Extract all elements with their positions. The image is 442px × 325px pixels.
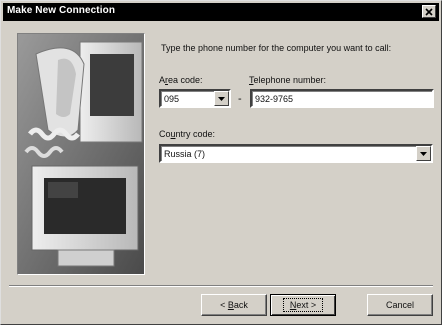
area-code-combobox[interactable]: 095 (159, 89, 231, 108)
area-code-label: Area code: (159, 75, 203, 85)
country-code-value: Russia (7) (164, 149, 206, 159)
country-code-label: Country code: (159, 129, 216, 139)
back-button-label: < Back (220, 300, 248, 310)
telephone-number-label: Telephone number: (249, 75, 327, 85)
back-button[interactable]: < Back (201, 294, 267, 316)
chevron-down-icon (218, 96, 225, 101)
cancel-button-label: Cancel (385, 300, 414, 310)
country-code-combobox[interactable]: Russia (7) (159, 144, 433, 163)
area-code-dropdown-button[interactable] (214, 91, 229, 106)
cancel-button[interactable]: Cancel (367, 294, 433, 316)
button-separator (9, 285, 433, 287)
next-button-label: Next > (282, 298, 324, 312)
close-x-icon (425, 7, 433, 16)
window-title: Make New Connection (7, 5, 116, 16)
title-bar[interactable]: Make New Connection (3, 3, 439, 21)
close-button[interactable] (422, 5, 436, 18)
telephone-number-value: 932-9765 (255, 94, 294, 104)
area-telephone-separator: - (238, 93, 242, 105)
next-button[interactable]: Next > (270, 294, 336, 316)
instructions-text: Type the phone number for the computer y… (161, 43, 392, 53)
wizard-illustration (17, 33, 145, 275)
country-code-dropdown-button[interactable] (416, 146, 431, 161)
area-code-value: 095 (164, 94, 180, 104)
telephone-number-input[interactable]: 932-9765 (250, 89, 434, 108)
chevron-down-icon (420, 151, 427, 156)
dialog-window: Make New Connection Type the phone numbe… (0, 0, 442, 325)
